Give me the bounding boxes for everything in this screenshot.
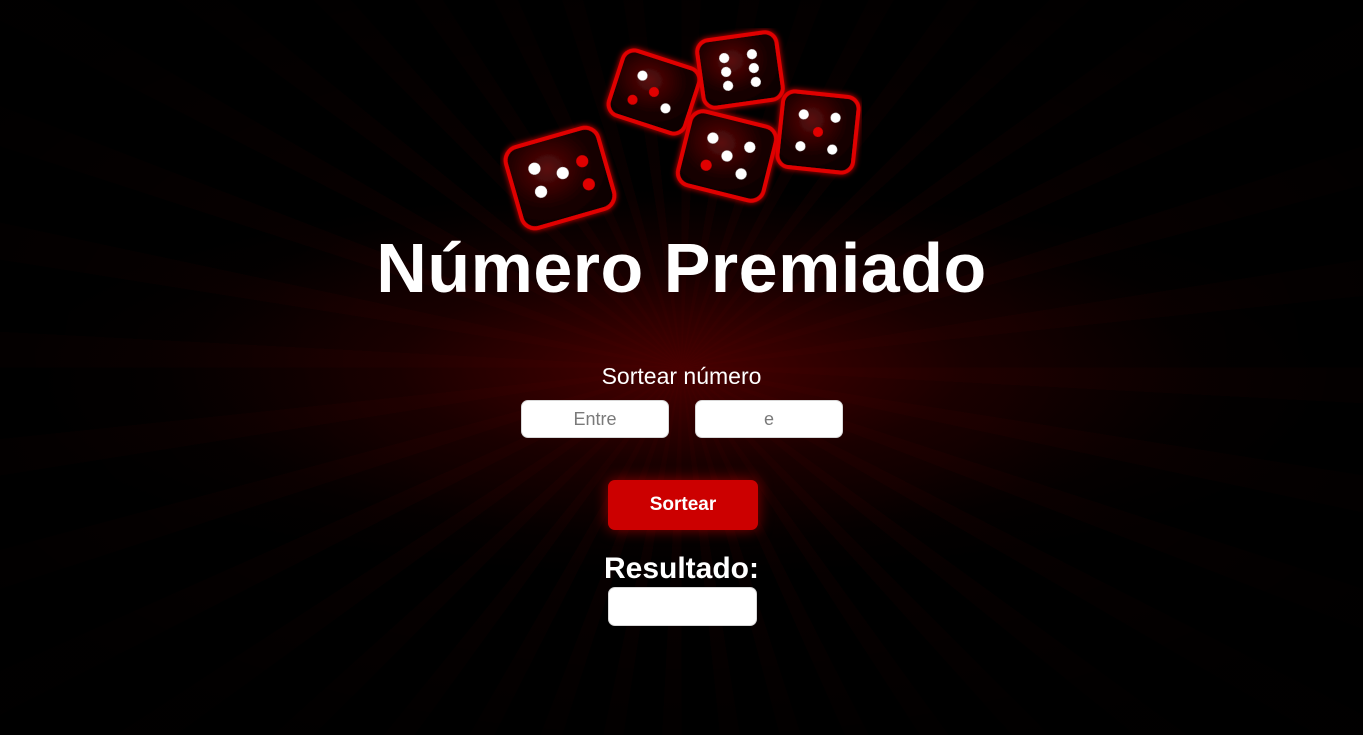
dice-icon <box>503 30 861 231</box>
die-4 <box>675 109 779 203</box>
result-label: Resultado: <box>603 552 759 585</box>
draw-subtitle: Sortear número <box>601 363 762 389</box>
range-start-input[interactable] <box>521 400 669 438</box>
draw-button[interactable]: Sortear <box>608 480 758 530</box>
die-1 <box>503 125 617 231</box>
result-output <box>608 587 757 626</box>
die-5 <box>775 89 861 175</box>
page-title: Número Premiado <box>376 229 987 307</box>
die-3 <box>695 30 785 110</box>
range-end-input[interactable] <box>695 400 843 438</box>
